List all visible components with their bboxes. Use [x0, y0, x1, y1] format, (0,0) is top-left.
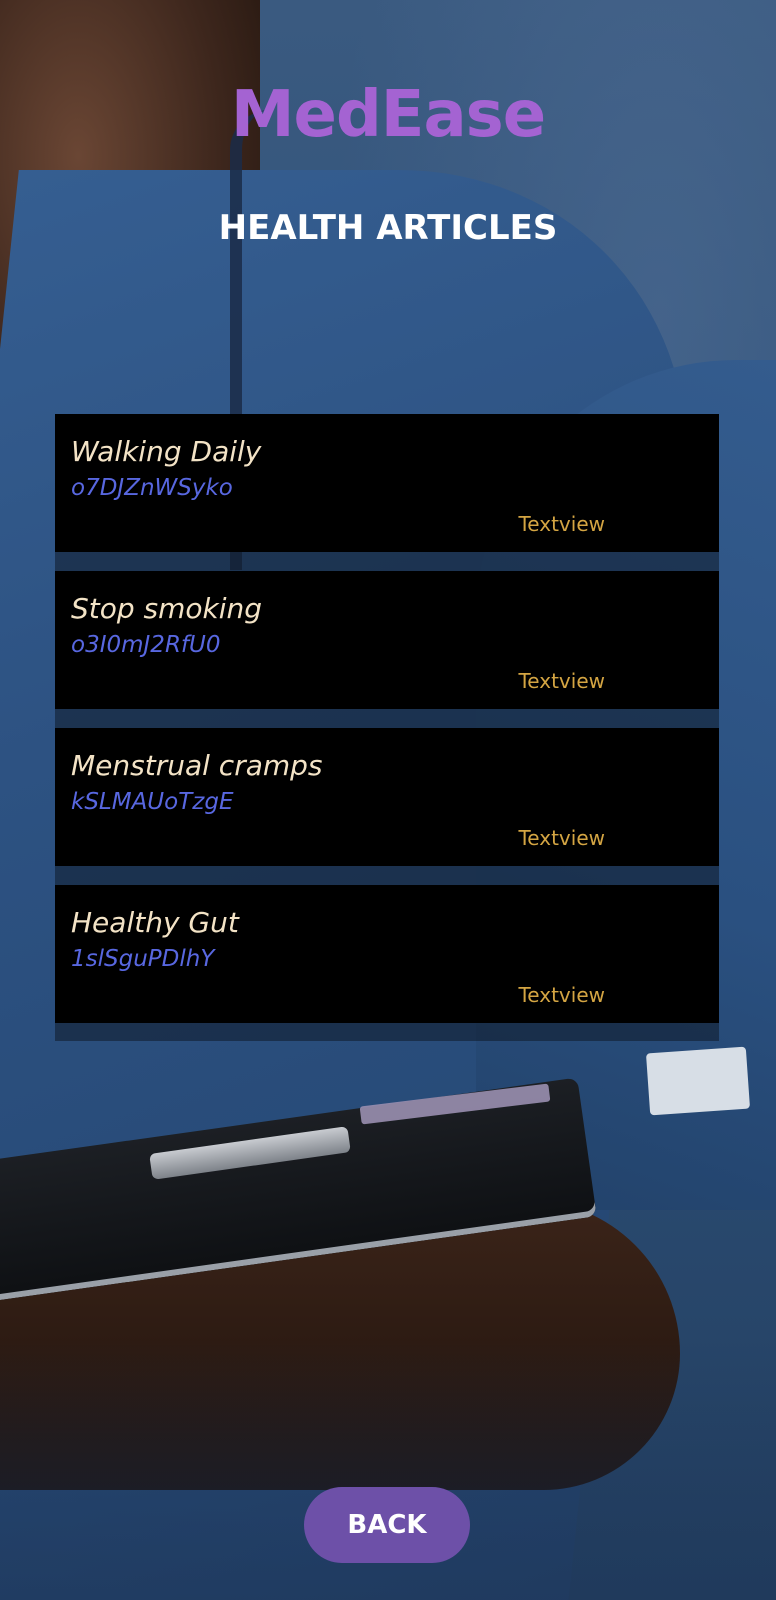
article-title: Stop smoking — [71, 592, 263, 625]
article-card-stop-smoking[interactable]: Stop smoking o3I0mJ2RfU0 Textview — [55, 571, 719, 709]
article-title: Healthy Gut — [71, 906, 239, 939]
article-card-healthy-gut[interactable]: Healthy Gut 1slSguPDlhY Textview — [55, 885, 719, 1023]
article-title: Walking Daily — [71, 435, 262, 468]
article-textview[interactable]: Textview — [518, 983, 605, 1007]
article-textview[interactable]: Textview — [518, 512, 605, 536]
article-textview[interactable]: Textview — [518, 669, 605, 693]
article-video-id: o7DJZnWSyko — [71, 475, 233, 501]
article-list: Walking Daily o7DJZnWSyko Textview Stop … — [55, 414, 719, 1041]
article-video-id: 1slSguPDlhY — [71, 946, 215, 972]
back-button[interactable]: BACK — [304, 1487, 470, 1563]
article-title: Menstrual cramps — [71, 749, 323, 782]
article-card-walking-daily[interactable]: Walking Daily o7DJZnWSyko Textview — [55, 414, 719, 552]
page-title: HEALTH ARTICLES — [218, 208, 558, 248]
article-card-menstrual-cramps[interactable]: Menstrual cramps kSLMAUoTzgE Textview — [55, 728, 719, 866]
article-video-id: o3I0mJ2RfU0 — [71, 632, 221, 658]
article-video-id: kSLMAUoTzgE — [71, 789, 234, 815]
app-title: MedEase — [230, 78, 546, 152]
article-textview[interactable]: Textview — [518, 826, 605, 850]
sleeve-tag — [645, 1046, 751, 1116]
